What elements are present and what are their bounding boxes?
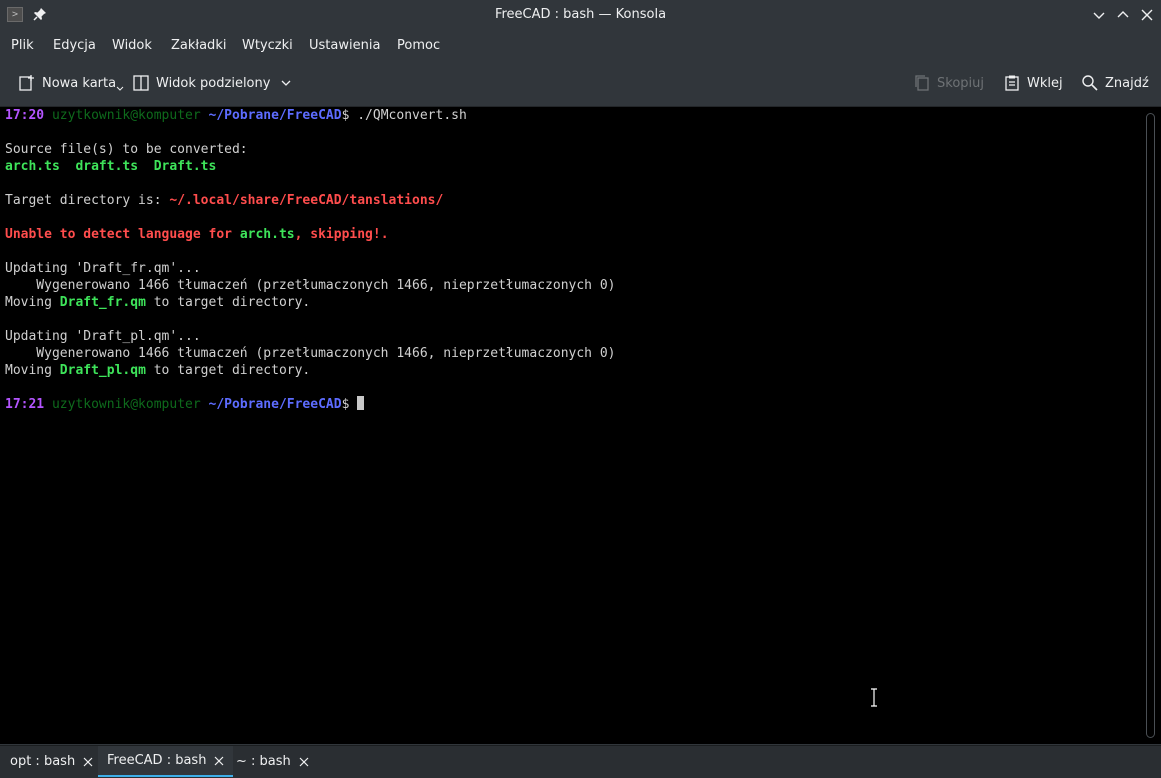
chevron-down-icon	[281, 80, 291, 86]
menu-zakladki[interactable]: Zakładki	[171, 38, 226, 53]
new-tab-button[interactable]: Nowa karta	[18, 73, 130, 93]
terminal-line: Moving Draft_fr.qm to target directory.	[5, 295, 311, 310]
tab-freecad-bash[interactable]: FreeCAD : bash	[98, 746, 234, 777]
terminal-line: Wygenerowano 1466 tłumaczeń (przetłumacz…	[5, 346, 616, 361]
paste-icon	[1005, 75, 1019, 91]
chevron-down-icon	[116, 86, 124, 91]
terminal-line: Wygenerowano 1466 tłumaczeń (przetłumacz…	[5, 278, 616, 293]
copy-icon	[915, 75, 929, 91]
close-tab-icon[interactable]	[214, 756, 224, 766]
new-tab-icon	[19, 75, 34, 91]
tab-bar: opt : bash FreeCAD : bash ~ : bash	[0, 745, 1161, 778]
close-icon[interactable]	[1139, 7, 1155, 23]
menu-wtyczki[interactable]: Wtyczki	[242, 38, 293, 53]
split-view-label: Widok podzielony	[156, 75, 271, 91]
menu-edycja[interactable]: Edycja	[53, 38, 96, 53]
text-cursor	[357, 396, 365, 410]
scrollbar[interactable]	[1140, 107, 1161, 744]
terminal-line: Source file(s) to be converted:	[5, 142, 248, 157]
ibeam-cursor-icon	[871, 688, 877, 707]
menu-plik[interactable]: Plik	[11, 38, 34, 53]
terminal-line: 17:21 uzytkownik@komputer ~/Pobrane/Free…	[5, 396, 365, 413]
terminal-line: Moving Draft_pl.qm to target directory.	[5, 363, 311, 378]
paste-button[interactable]: Wklej	[1003, 73, 1063, 93]
prompt-host: uzytkownik@komputer	[44, 397, 209, 412]
split-view-icon	[133, 75, 149, 91]
menu-pomoc[interactable]: Pomoc	[397, 38, 440, 53]
menu-widok[interactable]: Widok	[112, 38, 152, 53]
paste-label: Wklej	[1027, 75, 1063, 91]
toolbar: Nowa karta Widok podzielony Skopiuj Wkle…	[0, 60, 1161, 107]
terminal-line: Updating 'Draft_fr.qm'...	[5, 261, 201, 276]
tab-label: opt : bash	[10, 754, 76, 769]
window-title: FreeCAD : bash — Konsola	[494, 7, 667, 22]
terminal-line: arch.ts draft.ts Draft.ts	[5, 159, 217, 174]
close-tab-icon[interactable]	[299, 757, 309, 767]
prompt-host: uzytkownik@komputer	[44, 108, 209, 123]
terminal-line: Updating 'Draft_pl.qm'...	[5, 329, 201, 344]
tab-opt-bash[interactable]: opt : bash	[1, 746, 102, 777]
title-bar: > FreeCAD : bash — Konsola	[0, 0, 1161, 30]
menu-bar: Plik Edycja Widok Zakładki Wtyczki Ustaw…	[0, 30, 1161, 60]
tab-label: FreeCAD : bash	[107, 753, 207, 768]
tab-label: ~ : bash	[236, 754, 291, 769]
terminal-line: 17:20 uzytkownik@komputer ~/Pobrane/Free…	[5, 108, 467, 123]
menu-ustawienia[interactable]: Ustawienia	[309, 38, 380, 53]
minimize-icon[interactable]	[1091, 7, 1107, 23]
copy-button[interactable]: Skopiuj	[913, 73, 984, 93]
split-view-button[interactable]: Widok podzielony	[132, 73, 298, 93]
tab-home-bash[interactable]: ~ : bash	[227, 746, 318, 777]
terminal-line: Unable to detect language for arch.ts, s…	[5, 227, 389, 242]
find-button[interactable]: Znajdź	[1081, 73, 1149, 93]
copy-label: Skopiuj	[937, 75, 984, 91]
terminal-output[interactable]: 17:20 uzytkownik@komputer ~/Pobrane/Free…	[0, 107, 1140, 744]
terminal-line: Target directory is: ~/.local/share/Free…	[5, 193, 444, 208]
close-tab-icon[interactable]	[83, 757, 93, 767]
find-label: Znajdź	[1105, 75, 1149, 91]
search-icon	[1082, 75, 1098, 91]
scrollbar-track[interactable]	[1146, 113, 1155, 738]
new-tab-label: Nowa karta	[42, 75, 117, 91]
maximize-icon[interactable]	[1115, 7, 1131, 23]
